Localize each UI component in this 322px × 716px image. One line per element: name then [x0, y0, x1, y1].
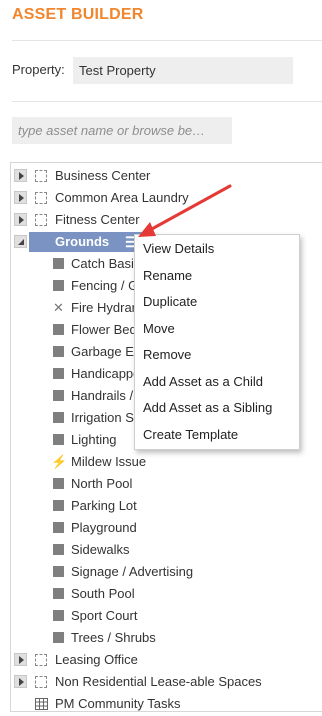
menu-item-create-template[interactable]: Create Template: [143, 426, 238, 444]
square-icon: [53, 258, 64, 269]
square-icon: [53, 324, 64, 335]
square-icon: [53, 610, 64, 621]
expand-toggle-icon[interactable]: [14, 213, 27, 226]
tree-node-label: South Pool: [71, 586, 135, 601]
menu-item-move[interactable]: Move: [143, 320, 175, 338]
bolt-icon: ⚡: [51, 454, 68, 469]
menu-item-duplicate[interactable]: Duplicate: [143, 293, 197, 311]
tree-node-label: PM Community Tasks: [55, 696, 181, 711]
menu-item-add-sibling[interactable]: Add Asset as a Sibling: [143, 399, 272, 417]
tree-node-fitness-center[interactable]: Fitness Center: [11, 209, 322, 231]
expand-toggle-icon[interactable]: [14, 675, 27, 688]
tree-child-node[interactable]: Signage / Advertising: [11, 561, 322, 583]
tree-child-node[interactable]: Sidewalks: [11, 539, 322, 561]
asset-placeholder-icon: [35, 192, 47, 204]
square-icon: [53, 434, 64, 445]
tree-node-label: Common Area Laundry: [55, 190, 189, 205]
tree-child-node[interactable]: Parking Lot: [11, 495, 322, 517]
tree-child-node[interactable]: North Pool: [11, 473, 322, 495]
tree-child-node[interactable]: ⚡ Mildew Issue: [11, 451, 322, 473]
square-icon: [53, 588, 64, 599]
grid-icon: [35, 698, 48, 710]
menu-item-add-child[interactable]: Add Asset as a Child: [143, 373, 263, 391]
expand-toggle-icon[interactable]: [14, 169, 27, 182]
tree-child-node[interactable]: Trees / Shrubs: [11, 627, 322, 649]
tree-node-label: Leasing Office: [55, 652, 138, 667]
tree-node-label: Flower Beds: [71, 322, 144, 337]
square-icon: [53, 522, 64, 533]
tree-node-label: Non Residential Lease-able Spaces: [55, 674, 262, 689]
collapse-toggle-icon[interactable]: [14, 235, 27, 248]
page-title: ASSET BUILDER: [12, 6, 144, 23]
tree-node-label: North Pool: [71, 476, 133, 491]
square-icon: [53, 544, 64, 555]
square-icon: [53, 280, 64, 291]
tree-node-leasing-office[interactable]: Leasing Office: [11, 649, 322, 671]
tree-node-common-area-laundry[interactable]: Common Area Laundry: [11, 187, 322, 209]
tree-node-label: Grounds: [55, 234, 110, 249]
wrench-icon: ✕: [53, 300, 64, 315]
context-menu: View Details Rename Duplicate Move Remov…: [134, 234, 300, 450]
menu-item-remove[interactable]: Remove: [143, 346, 191, 364]
asset-placeholder-icon: [35, 214, 47, 226]
square-icon: [53, 500, 64, 511]
square-icon: [53, 478, 64, 489]
tree-node-non-residential[interactable]: Non Residential Lease-able Spaces: [11, 671, 322, 693]
tree-node-label: Business Center: [55, 168, 151, 183]
property-field[interactable]: Test Property: [73, 57, 293, 84]
square-icon: [53, 632, 64, 643]
divider: [12, 101, 322, 102]
divider: [12, 40, 322, 41]
tree-child-node[interactable]: Sport Court: [11, 605, 322, 627]
tree-node-label: Lighting: [71, 432, 117, 447]
asset-placeholder-icon: [35, 676, 47, 688]
tree-node-label: Mildew Issue: [71, 454, 147, 469]
menu-item-rename[interactable]: Rename: [143, 267, 192, 285]
tree-child-node[interactable]: Playground: [11, 517, 322, 539]
tree-node-label: Trees / Shrubs: [71, 630, 156, 645]
asset-placeholder-icon: [35, 654, 47, 666]
property-label: Property:: [12, 62, 65, 77]
tree-node-label: Playground: [71, 520, 137, 535]
tree-node-label: Sport Court: [71, 608, 138, 623]
square-icon: [53, 368, 64, 379]
square-icon: [53, 566, 64, 577]
tree-child-node[interactable]: South Pool: [11, 583, 322, 605]
asset-search-input[interactable]: [12, 117, 232, 144]
expand-toggle-icon[interactable]: [14, 191, 27, 204]
square-icon: [53, 390, 64, 401]
square-icon: [53, 346, 64, 357]
asset-placeholder-icon: [35, 170, 47, 182]
tree-node-business-center[interactable]: Business Center: [11, 165, 322, 187]
expand-toggle-icon[interactable]: [14, 653, 27, 666]
tree-node-label: Fitness Center: [55, 212, 140, 227]
tree-node-label: Sidewalks: [71, 542, 130, 557]
menu-item-view-details[interactable]: View Details: [143, 240, 214, 258]
tree-node-label: Signage / Advertising: [71, 564, 194, 579]
tree-node-label: Parking Lot: [71, 498, 137, 513]
tree-node-pm-community-tasks[interactable]: PM Community Tasks: [11, 693, 322, 711]
square-icon: [53, 412, 64, 423]
